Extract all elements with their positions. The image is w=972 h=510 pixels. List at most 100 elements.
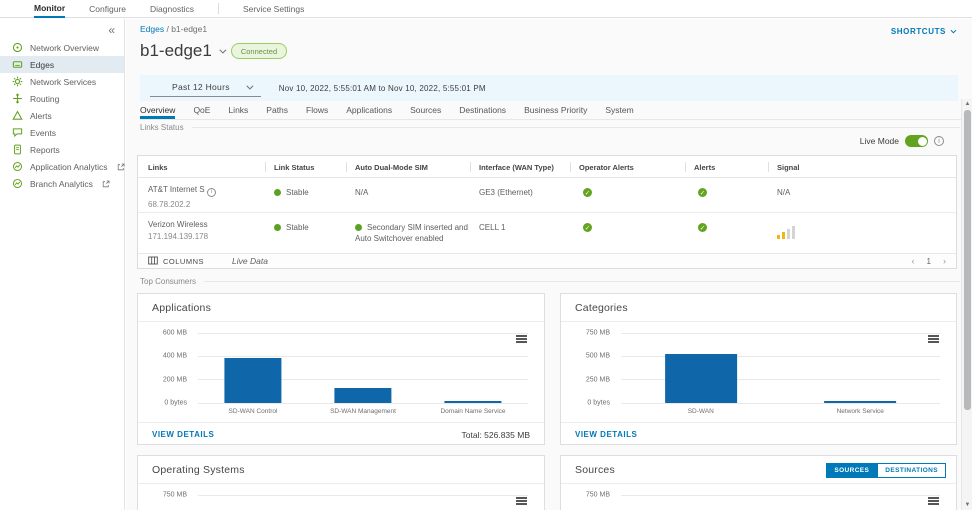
sources-toggle-button[interactable]: SOURCES	[826, 463, 878, 478]
tab-sources[interactable]: Sources	[410, 105, 441, 119]
sidebar-collapse-icon[interactable]: «	[108, 23, 115, 37]
shortcuts-menu[interactable]: SHORTCUTS	[890, 27, 957, 36]
categories-card: Categories 750 MB 500 MB 250 MB 0 bytes SD-…	[560, 293, 957, 445]
sidebar-item-label: Network Services	[30, 76, 97, 87]
columns-button[interactable]: COLUMNS	[148, 256, 204, 267]
column-header-links[interactable]: Links	[148, 156, 168, 178]
link-name: AT&T Internet S i	[148, 185, 266, 197]
column-header-alerts[interactable]: Alerts	[684, 156, 715, 178]
tab-applications[interactable]: Applications	[346, 105, 392, 119]
destinations-toggle-button[interactable]: DESTINATIONS	[877, 463, 946, 478]
vmware-sdwan-monitor-page: Monitor Configure Diagnostics Service Se…	[0, 0, 972, 510]
chart-menu-icon[interactable]	[928, 497, 939, 507]
live-data-label: Live Data	[232, 256, 268, 266]
tab-links[interactable]: Links	[228, 105, 248, 119]
chart-menu-icon[interactable]	[516, 497, 527, 507]
sidebar-item-branch-analytics[interactable]: Branch Analytics	[0, 175, 124, 192]
chart-menu-icon[interactable]	[928, 335, 939, 345]
previous-page-icon[interactable]: ‹	[912, 256, 915, 266]
table-header: Links Link Status Auto Dual-Mode SIM Int…	[138, 156, 956, 178]
bar-sd-wan-control[interactable]	[224, 358, 282, 403]
tab-system[interactable]: System	[605, 105, 633, 119]
column-header-auto-dual-mode-sim[interactable]: Auto Dual-Mode SIM	[346, 156, 428, 178]
column-header-signal[interactable]: Signal	[768, 156, 800, 178]
bar-domain-name-service[interactable]	[444, 401, 502, 403]
sidebar-item-edges[interactable]: Edges	[0, 56, 124, 73]
chart-menu-icon[interactable]	[516, 335, 527, 345]
link-ip: 68.78.202.2	[148, 199, 191, 209]
edge-selector-chevron-icon[interactable]	[219, 46, 227, 54]
divider	[561, 321, 956, 322]
sidebar-item-network-overview[interactable]: Network Overview	[0, 39, 124, 56]
routing-icon	[12, 93, 23, 104]
bar-slot: Domain Name Service	[418, 333, 528, 415]
sidebar-item-application-analytics[interactable]: Application Analytics	[0, 158, 124, 175]
top-nav-monitor[interactable]: Monitor	[34, 0, 66, 18]
sidebar: « Network Overview Edges Network Service…	[0, 19, 125, 510]
link-ip: 171.194.139.178	[148, 232, 209, 241]
bar-network-service[interactable]	[824, 400, 897, 403]
page-number: 1	[926, 256, 931, 266]
tab-destinations[interactable]: Destinations	[459, 105, 506, 119]
bar-category-label: SD-WAN Management	[330, 408, 396, 415]
next-page-icon[interactable]: ›	[943, 256, 946, 266]
network-services-icon	[12, 76, 23, 87]
view-details-link[interactable]: VIEW DETAILS	[575, 430, 637, 439]
top-nav-diagnostics[interactable]: Diagnostics	[150, 0, 194, 18]
sources-destinations-toggle: SOURCES DESTINATIONS	[826, 463, 946, 478]
live-mode-toggle[interactable]	[905, 135, 928, 147]
vertical-scrollbar[interactable]: ▲ ▼	[961, 99, 972, 510]
external-link-icon	[102, 180, 110, 188]
y-axis-tick-label: 400 MB	[162, 352, 187, 360]
column-header-interface-wan-type[interactable]: Interface (WAN Type)	[470, 156, 554, 178]
bar-slot: SD-WAN Control	[198, 333, 308, 415]
divider	[138, 321, 544, 322]
table-row[interactable]: Verizon Wireless 171.194.139.178 Stable …	[138, 213, 956, 255]
sidebar-item-network-services[interactable]: Network Services	[0, 73, 124, 90]
tab-business-priority[interactable]: Business Priority	[524, 105, 587, 119]
column-header-operator-alerts[interactable]: Operator Alerts	[570, 156, 634, 178]
info-icon[interactable]: i	[934, 136, 944, 146]
tab-flows[interactable]: Flows	[306, 105, 328, 119]
top-nav: Monitor Configure Diagnostics Service Se…	[0, 0, 972, 18]
view-details-link[interactable]: VIEW DETAILS	[152, 430, 214, 439]
sidebar-item-reports[interactable]: Reports	[0, 141, 124, 158]
scroll-down-icon[interactable]: ▼	[962, 500, 972, 510]
scrollbar-thumb[interactable]	[963, 110, 971, 410]
top-nav-configure[interactable]: Configure	[89, 0, 126, 18]
status-badge: Connected	[230, 43, 288, 59]
sidebar-item-routing[interactable]: Routing	[0, 90, 124, 107]
sidebar-item-alerts[interactable]: Alerts	[0, 107, 124, 124]
breadcrumb: Edges / b1-edge1	[140, 24, 207, 34]
bar-category-label: SD-WAN	[687, 408, 714, 415]
column-header-link-status[interactable]: Link Status	[264, 156, 314, 178]
info-icon[interactable]: i	[206, 187, 216, 197]
bar-slot: Network Service	[781, 333, 941, 415]
scroll-up-icon[interactable]: ▲	[962, 99, 972, 109]
pagination: ‹ 1 ›	[912, 256, 946, 266]
links-status-section-header: Links Status	[140, 123, 960, 132]
operator-alerts-ok-icon: ✓	[583, 223, 592, 232]
status-dot-icon	[274, 224, 281, 231]
table-row[interactable]: AT&T Internet S i 68.78.202.2 Stable N/A…	[138, 178, 956, 213]
y-axis-tick-label: 500 MB	[585, 352, 610, 360]
sidebar-item-events[interactable]: Events	[0, 124, 124, 141]
breadcrumb-edges-link[interactable]: Edges	[140, 24, 164, 34]
top-nav-service-settings[interactable]: Service Settings	[243, 0, 304, 18]
tab-paths[interactable]: Paths	[266, 105, 288, 119]
bar-sd-wan[interactable]	[664, 354, 737, 403]
tab-qoe[interactable]: QoE	[193, 105, 210, 119]
operating-systems-card-title: Operating Systems	[152, 464, 245, 476]
sidebar-item-label: Reports	[30, 144, 60, 155]
y-axis-tick-label: 600 MB	[162, 329, 187, 337]
signal-bars-icon	[777, 225, 795, 239]
sidebar-item-label: Network Overview	[30, 42, 99, 53]
sim-cell: N/A	[355, 188, 369, 197]
chevron-down-icon	[246, 82, 254, 90]
time-range-select[interactable]: Past 12 Hours	[150, 79, 261, 97]
tab-overview[interactable]: Overview	[140, 105, 176, 119]
sources-bar-chart: 750 MB	[561, 486, 956, 510]
bar-sd-wan-management[interactable]	[334, 388, 392, 403]
bar-slot: SD-WAN	[621, 333, 781, 415]
shortcuts-label: SHORTCUTS	[890, 27, 946, 36]
